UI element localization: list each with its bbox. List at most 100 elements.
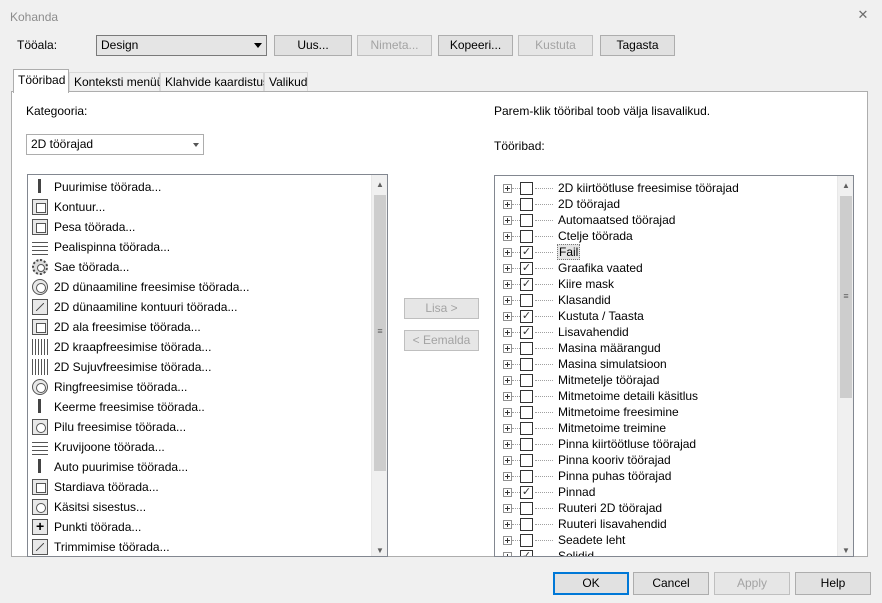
list-item[interactable]: Puurimise töörada... <box>32 177 161 197</box>
expand-icon[interactable] <box>503 183 512 193</box>
toolbar-checkbox[interactable] <box>520 213 533 227</box>
scroll-down-icon[interactable]: ▼ <box>372 543 387 556</box>
toolbar-checkbox[interactable]: ✓ <box>520 261 533 275</box>
toolbar-checkbox[interactable] <box>520 357 533 371</box>
tree-item[interactable]: Pinna kooriv töörajad <box>495 452 672 468</box>
tree-item[interactable]: Pinna puhas töörajad <box>495 468 672 484</box>
toolbars-tree[interactable]: 2D kiirtöötluse freesimise töörajad 2D tö… <box>494 175 854 557</box>
list-item[interactable]: Pesa töörada... <box>32 217 135 237</box>
expand-icon[interactable] <box>503 471 512 481</box>
tree-item[interactable]: ✓ Solidid <box>495 548 595 556</box>
close-icon[interactable]: ✕ <box>856 8 870 22</box>
tree-item[interactable]: Mitmetoime freesimine <box>495 404 680 420</box>
list-item[interactable]: Kruvijoone töörada... <box>32 437 165 457</box>
toolbar-checkbox[interactable] <box>520 421 533 435</box>
toolbar-checkbox[interactable] <box>520 341 533 355</box>
toolbar-checkbox[interactable] <box>520 533 533 547</box>
tree-item[interactable]: ✓ Pinnad <box>495 484 596 500</box>
list-item[interactable]: Keerme freesimise töörada.. <box>32 397 205 417</box>
list-item[interactable]: Sae töörada... <box>32 257 129 277</box>
expand-icon[interactable] <box>503 535 512 545</box>
list-item[interactable]: 2D kraapfreesimise töörada... <box>32 337 211 357</box>
expand-icon[interactable] <box>503 279 512 289</box>
toolbar-checkbox[interactable]: ✓ <box>520 309 533 323</box>
list-item[interactable]: Punkti töörada... <box>32 517 141 537</box>
tree-item[interactable]: Ctelje töörada <box>495 228 634 244</box>
tab-key-mapping[interactable]: Klahvide kaardistus <box>160 72 269 92</box>
expand-icon[interactable] <box>503 231 512 241</box>
toolbar-checkbox[interactable] <box>520 229 533 243</box>
tree-item[interactable]: Mitmetelje töörajad <box>495 372 660 388</box>
tree-item[interactable]: ✓ Kiire mask <box>495 276 615 292</box>
list-item[interactable]: Stardiava töörada... <box>32 477 159 497</box>
list-item[interactable]: Trimmimise töörada... <box>32 537 170 556</box>
tree-item[interactable]: ✓ Lisavahendid <box>495 324 630 340</box>
delete-button[interactable]: Kustuta <box>518 35 593 56</box>
scroll-up-icon[interactable]: ▲ <box>838 178 853 194</box>
expand-icon[interactable] <box>503 327 512 337</box>
list-item[interactable]: 2D dünaamiline freesimise töörada... <box>32 277 249 297</box>
toolbar-checkbox[interactable] <box>520 389 533 403</box>
tree-item[interactable]: Automaatsed töörajad <box>495 212 676 228</box>
tab-toolbars[interactable]: Tööribad <box>13 69 69 93</box>
tree-item[interactable]: Pinna kiirtöötluse töörajad <box>495 436 697 452</box>
commands-scrollbar[interactable]: ▲ ≡ ▼ <box>371 175 387 556</box>
expand-icon[interactable] <box>503 503 512 513</box>
add-button[interactable]: Lisa > <box>404 298 479 319</box>
list-item[interactable]: Auto puurimise töörada... <box>32 457 188 477</box>
list-item[interactable]: Pilu freesimise töörada... <box>32 417 186 437</box>
scroll-thumb[interactable]: ≡ <box>374 195 386 471</box>
new-button[interactable]: Uus... <box>274 35 352 56</box>
commands-list[interactable]: Puurimise töörada... Kontuur... Pesa tööra… <box>27 174 388 557</box>
expand-icon[interactable] <box>503 455 512 465</box>
toolbar-checkbox[interactable]: ✓ <box>520 245 533 259</box>
tab-context-menu[interactable]: Konteksti menüü <box>69 72 163 92</box>
toolbar-checkbox[interactable] <box>520 469 533 483</box>
list-item[interactable]: Kontuur... <box>32 197 105 217</box>
toolbar-checkbox[interactable]: ✓ <box>520 325 533 339</box>
tree-item[interactable]: Masina simulatsioon <box>495 356 668 372</box>
expand-icon[interactable] <box>503 199 512 209</box>
toolbar-checkbox[interactable] <box>520 453 533 467</box>
scroll-thumb[interactable]: ≡ <box>840 196 852 398</box>
toolbar-checkbox[interactable]: ✓ <box>520 549 533 556</box>
expand-icon[interactable] <box>503 439 512 449</box>
tree-item[interactable]: Masina määrangud <box>495 340 662 356</box>
toolbar-checkbox[interactable]: ✓ <box>520 277 533 291</box>
help-button[interactable]: Help <box>795 572 871 595</box>
toolbar-checkbox[interactable] <box>520 405 533 419</box>
toolbar-checkbox[interactable] <box>520 373 533 387</box>
copy-button[interactable]: Kopeeri... <box>438 35 513 56</box>
ok-button[interactable]: OK <box>553 572 629 595</box>
reset-button[interactable]: Tagasta <box>600 35 675 56</box>
tree-item[interactable]: ✓ Fail <box>495 244 581 260</box>
expand-icon[interactable] <box>503 423 512 433</box>
expand-icon[interactable] <box>503 247 512 257</box>
expand-icon[interactable] <box>503 263 512 273</box>
expand-icon[interactable] <box>503 375 512 385</box>
scroll-down-icon[interactable]: ▼ <box>838 543 853 556</box>
toolbars-scrollbar[interactable]: ▲ ≡ ▼ <box>837 176 853 556</box>
rename-button[interactable]: Nimeta... <box>357 35 432 56</box>
list-item[interactable]: 2D ala freesimise töörada... <box>32 317 201 337</box>
list-item[interactable]: Pealispinna töörada... <box>32 237 170 257</box>
tree-item[interactable]: Mitmetoime detaili käsitlus <box>495 388 699 404</box>
category-dropdown[interactable]: 2D töörajad <box>26 134 204 155</box>
list-item[interactable]: 2D dünaamiline kontuuri töörada... <box>32 297 237 317</box>
workspace-dropdown[interactable]: Design <box>96 35 267 56</box>
expand-icon[interactable] <box>503 311 512 321</box>
toolbar-checkbox[interactable] <box>520 197 533 211</box>
toolbar-checkbox[interactable] <box>520 437 533 451</box>
tree-item[interactable]: Mitmetoime treimine <box>495 420 667 436</box>
list-item[interactable]: Ringfreesimise töörada... <box>32 377 187 397</box>
expand-icon[interactable] <box>503 391 512 401</box>
expand-icon[interactable] <box>503 407 512 417</box>
tab-options[interactable]: Valikud <box>264 72 308 92</box>
tree-item[interactable]: Klasandid <box>495 292 612 308</box>
tree-item[interactable]: ✓ Graafika vaated <box>495 260 644 276</box>
tree-item[interactable]: Seadete leht <box>495 532 626 548</box>
tree-item[interactable]: Ruuteri lisavahendid <box>495 516 668 532</box>
tree-item[interactable]: ✓ Kustuta / Taasta <box>495 308 645 324</box>
expand-icon[interactable] <box>503 359 512 369</box>
expand-icon[interactable] <box>503 343 512 353</box>
